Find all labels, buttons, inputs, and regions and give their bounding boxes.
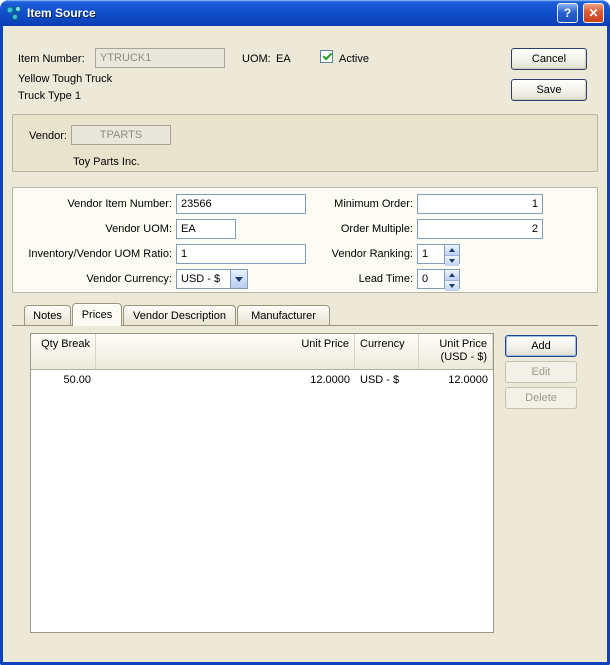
column-header-line2: (USD - $) [440, 351, 487, 363]
uom-value: EA [276, 53, 291, 65]
item-number-field[interactable] [95, 48, 225, 68]
item-source-dialog: Item Source ? ✕ Item Number: UOM: EA Act… [0, 0, 610, 665]
uom-ratio-label: Inventory/Vendor UOM Ratio: [28, 248, 172, 260]
spinner-down-icon[interactable] [445, 255, 459, 266]
spinner-down-icon[interactable] [445, 280, 459, 291]
uom-label: UOM: [242, 53, 271, 65]
active-checkbox[interactable] [320, 50, 333, 63]
column-header-unit-price-usd[interactable]: Unit Price (USD - $) [419, 334, 493, 369]
tab-label: Manufacturer [251, 309, 316, 322]
titlebar[interactable]: Item Source ? ✕ [0, 0, 610, 26]
vendor-currency-dropdown[interactable]: USD - $ [176, 269, 248, 289]
column-header-qty-break[interactable]: Qty Break [31, 334, 96, 369]
prices-table-header: Qty Break Unit Price Currency Unit Price… [31, 334, 493, 370]
save-button[interactable]: Save [511, 79, 587, 101]
vendor-uom-field[interactable] [176, 219, 236, 239]
minimum-order-field[interactable] [417, 194, 543, 214]
lead-time-spinner [445, 269, 460, 291]
vendor-currency-value: USD - $ [181, 273, 221, 285]
table-row[interactable]: 50.00 12.0000 USD - $ 12.0000 [31, 370, 493, 389]
cell-currency: USD - $ [360, 373, 400, 386]
vendor-ranking-field[interactable] [417, 244, 445, 264]
active-label: Active [339, 53, 369, 65]
tab-label: Prices [81, 309, 113, 321]
window-border-left [0, 26, 3, 665]
lead-time-field[interactable] [417, 269, 445, 289]
vendor-ranking-label: Vendor Ranking: [331, 248, 413, 260]
window-icon [6, 5, 22, 21]
prices-table: Qty Break Unit Price Currency Unit Price… [30, 333, 494, 633]
vendor-panel: Vendor: Toy Parts Inc. [12, 114, 598, 172]
column-header-line1: Unit Price [439, 338, 487, 350]
close-icon: ✕ [588, 6, 599, 20]
cell-unit-price: 12.0000 [310, 373, 350, 386]
cell-qty-break: 50.00 [63, 373, 91, 386]
vendor-uom-label: Vendor UOM: [105, 223, 172, 235]
edit-button[interactable]: Edit [505, 361, 577, 383]
tab-notes[interactable]: Notes [24, 305, 71, 325]
close-button[interactable]: ✕ [583, 3, 604, 23]
vendor-ranking-spinner [445, 244, 460, 266]
cell-unit-price-usd: 12.0000 [448, 373, 488, 386]
item-description-line2: Truck Type 1 [18, 90, 81, 102]
help-icon: ? [563, 6, 572, 20]
tab-prices[interactable]: Prices [72, 303, 122, 326]
spinner-up-icon[interactable] [445, 245, 459, 255]
lead-time-label: Lead Time: [358, 273, 413, 285]
minimum-order-label: Minimum Order: [334, 198, 413, 210]
order-multiple-label: Order Multiple: [340, 223, 413, 235]
item-description-line1: Yellow Tough Truck [18, 73, 113, 85]
spinner-up-icon[interactable] [445, 270, 459, 280]
window-title: Item Source [27, 6, 96, 20]
tab-vendor-description[interactable]: Vendor Description [123, 305, 236, 325]
delete-button[interactable]: Delete [505, 387, 577, 409]
tab-label: Notes [33, 309, 62, 322]
vendor-name: Toy Parts Inc. [73, 156, 140, 168]
tab-manufacturer[interactable]: Manufacturer [237, 305, 330, 325]
vendor-details-panel: Vendor Item Number: Vendor UOM: Inventor… [12, 187, 598, 293]
help-button[interactable]: ? [557, 3, 578, 23]
column-header-currency[interactable]: Currency [355, 334, 419, 369]
chevron-down-icon[interactable] [230, 270, 247, 288]
cancel-button[interactable]: Cancel [511, 48, 587, 70]
vendor-currency-label: Vendor Currency: [86, 273, 172, 285]
order-multiple-field[interactable] [417, 219, 543, 239]
add-button[interactable]: Add [505, 335, 577, 357]
column-header-unit-price[interactable]: Unit Price [96, 334, 355, 369]
item-number-label: Item Number: [18, 53, 85, 65]
vendor-item-number-label: Vendor Item Number: [67, 198, 172, 210]
tab-label: Vendor Description [133, 309, 226, 322]
vendor-code-field[interactable] [71, 125, 171, 145]
vendor-label: Vendor: [29, 130, 67, 142]
